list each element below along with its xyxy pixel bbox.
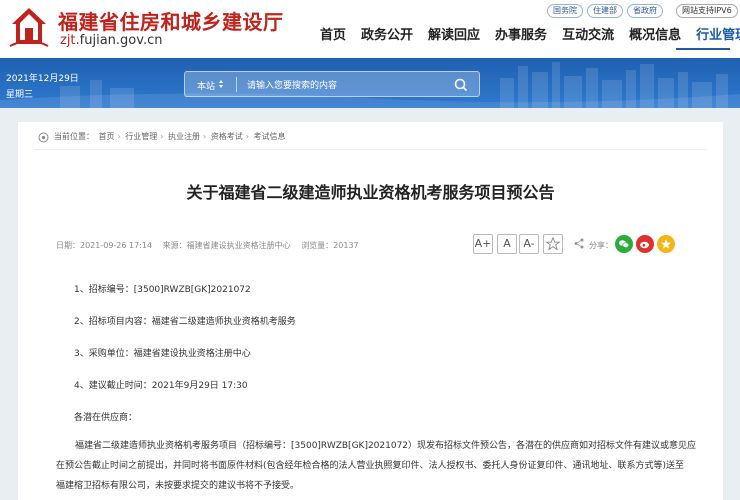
item-project-content: 2、招标项目内容：福建省二级建造师执业资格机考服务 xyxy=(74,317,296,327)
breadcrumb-registration[interactable]: 执业注册 xyxy=(168,132,200,141)
breadcrumb-label: 当前位置： xyxy=(54,132,94,141)
site-title[interactable]: 福建省住房和城乡建设厅 xyxy=(58,6,284,35)
article-card: 当前位置： 首页 › 行业管理 › 执业注册 › 资格考试 › 考试信息 关于福建省二级… xyxy=(18,122,723,500)
location-pin-icon xyxy=(38,132,49,143)
breadcrumb-industry[interactable]: 行业管理 xyxy=(125,132,157,141)
paragraph-line-3: 福建榕卫招标有限公司，未按要求提交的建议书将不予接受。 xyxy=(56,481,300,491)
ipv6-badge: 网站支持IPV6 xyxy=(676,4,738,18)
qzone-star-icon xyxy=(657,235,675,253)
share-icon xyxy=(574,238,584,249)
search-divider xyxy=(236,77,237,92)
top-links: 国务院 住建部 省政府 xyxy=(547,4,663,18)
nav-industry-management[interactable]: 行业管理 xyxy=(692,26,740,46)
domain-prefix: zjt xyxy=(60,33,76,48)
font-decrease-button[interactable]: A- xyxy=(519,234,539,254)
logo-icon[interactable] xyxy=(6,4,52,48)
nav-gov-affairs[interactable]: 政务公开 xyxy=(357,26,417,46)
current-weekday: 星期三 xyxy=(6,90,34,100)
nav-overview[interactable]: 概况信息 xyxy=(625,26,685,46)
article-meta: 日期：2021-09-26 17:14 来源：福建省建设执业资格注册中心 浏览量… xyxy=(56,240,367,251)
item-bid-number: 1、招标编号：[3500]RWZB[GK]2021072 xyxy=(74,285,251,295)
qzone-share-button[interactable] xyxy=(657,235,675,253)
main-nav: 首页 政务公开 解读回应 办事服务 互动交流 概况信息 行业管理 xyxy=(316,26,740,46)
font-increase-button[interactable]: A+ xyxy=(473,234,493,254)
paragraph-line-2: 在预公告截止时间之前提出，并同时将书面原件材料(包含经年检合格的法人营业执照复印… xyxy=(56,461,685,471)
wechat-share-button[interactable] xyxy=(615,235,633,253)
search-scope-select[interactable]: 本站 xyxy=(197,79,215,92)
search-input[interactable] xyxy=(247,76,447,93)
announcement-paragraph: 福建省二级建造师执业资格机考服务项目（招标编号：[3500]RWZB[GK]20… xyxy=(56,436,696,496)
nav-services[interactable]: 办事服务 xyxy=(491,26,551,46)
star-icon xyxy=(545,236,561,251)
article-title: 关于福建省二级建造师执业资格机考服务项目预公告 xyxy=(186,183,555,202)
nav-active-underline xyxy=(676,48,730,50)
article-date: 日期：2021-09-26 17:14 xyxy=(56,241,153,250)
nav-interaction[interactable]: 互动交流 xyxy=(558,26,618,46)
nav-home[interactable]: 首页 xyxy=(316,26,350,46)
item-purchasing-unit: 3、采购单位：福建省建设执业资格注册中心 xyxy=(74,349,251,359)
breadcrumb: 当前位置： 首页 › 行业管理 › 执业注册 › 资格考试 › 考试信息 xyxy=(54,132,286,141)
weibo-share-button[interactable] xyxy=(636,235,654,253)
top-link-mohurd[interactable]: 住建部 xyxy=(587,4,623,18)
site-header: 福建省住房和城乡建设厅 zjt.fujian.gov.cn 国务院 住建部 省政… xyxy=(0,0,740,58)
top-link-state-council[interactable]: 国务院 xyxy=(547,4,583,18)
current-date: 2021年12月29日 xyxy=(6,74,79,84)
domain-suffix: .fujian.gov.cn xyxy=(75,33,163,48)
breadcrumb-exam-info[interactable]: 考试信息 xyxy=(254,132,286,141)
breadcrumb-home[interactable]: 首页 xyxy=(99,132,115,141)
font-reset-button[interactable]: A xyxy=(497,234,517,254)
favorite-button[interactable] xyxy=(543,234,563,254)
greeting: 各潜在供应商： xyxy=(74,413,138,423)
site-domain: zjt.fujian.gov.cn xyxy=(60,33,162,48)
article-views: 浏览量：20137 xyxy=(301,241,359,250)
top-link-province-gov[interactable]: 省政府 xyxy=(627,4,663,18)
article-source: 来源：福建省建设执业资格注册中心 xyxy=(162,241,291,250)
search-icon[interactable] xyxy=(453,77,469,93)
search-box: 本站 xyxy=(184,71,480,97)
item-deadline: 4、建议截止时间：2021年9月29日 17:30 xyxy=(74,381,248,391)
nav-interpretation[interactable]: 解读回应 xyxy=(424,26,484,46)
chevron-updown-icon[interactable] xyxy=(218,78,224,90)
wechat-icon xyxy=(615,235,633,253)
breadcrumb-exam[interactable]: 资格考试 xyxy=(211,132,243,141)
weibo-icon xyxy=(636,235,654,253)
share-label: 分享： xyxy=(589,241,613,250)
breadcrumb-divider xyxy=(34,149,707,150)
paragraph-line-1: 福建省二级建造师执业资格机考服务项目（招标编号：[3500]RWZB[GK]20… xyxy=(75,441,697,451)
